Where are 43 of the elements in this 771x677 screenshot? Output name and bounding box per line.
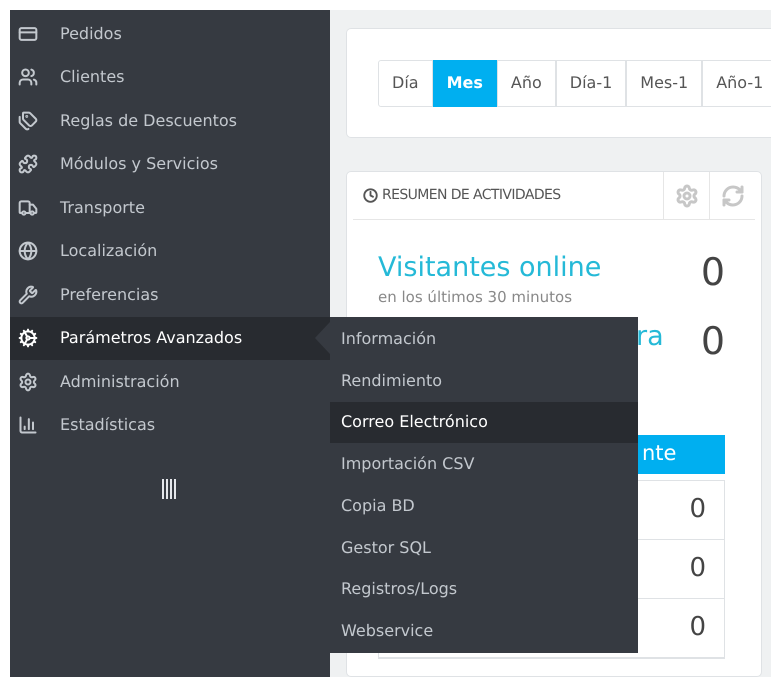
metric-value: 0 [700, 318, 725, 362]
submenu-item[interactable]: Webservice [330, 610, 638, 652]
refresh-icon[interactable] [720, 184, 744, 208]
sidebar-item[interactable]: Localización [10, 230, 330, 273]
metric-label: Visitantes online [378, 251, 602, 285]
period-button[interactable]: Mes-1 [626, 60, 702, 106]
row-value: 0 [689, 552, 706, 585]
sidebar-item[interactable]: Reglas de Descuentos [10, 99, 330, 142]
metric-sublabel: en los últimos 30 minutos [378, 287, 574, 308]
metric-value: 0 [700, 250, 725, 294]
wrench-icon [18, 284, 38, 305]
submenu-item[interactable]: Copia BD [330, 485, 638, 527]
sidebar-item[interactable]: Pedidos [10, 12, 330, 56]
clock-icon [363, 188, 378, 203]
sidebar-item[interactable]: Clientes [10, 56, 330, 99]
period-button[interactable]: Día-1 [556, 60, 626, 106]
period-button[interactable]: Año-1 [702, 60, 771, 106]
tags-icon [18, 110, 38, 131]
metric-label: ra [636, 320, 664, 354]
puzzle-icon [18, 154, 38, 174]
gear-icon [18, 372, 38, 392]
submenu-item[interactable]: Importación CSV [330, 443, 638, 485]
row-value: 0 [689, 493, 706, 526]
submenu-item[interactable]: Correo Electrónico [330, 402, 638, 444]
truck-icon [18, 198, 38, 218]
users-icon [18, 67, 38, 88]
bar-chart-icon [18, 415, 38, 436]
card-title: RESUMEN DE ACTIVIDADES [382, 186, 561, 205]
sidebar-item[interactable]: Parámetros Avanzados [10, 316, 330, 360]
submenu-item[interactable]: Registros/Logs [330, 568, 638, 610]
submenu-item[interactable]: Gestor SQL [330, 526, 638, 568]
sidebar-item[interactable]: Preferencias [10, 273, 330, 316]
period-button[interactable]: Día [378, 60, 433, 106]
sidebar-item[interactable]: Administración [10, 360, 330, 404]
settings-icon[interactable] [674, 184, 698, 208]
submenu-item[interactable]: Rendimiento [330, 360, 638, 402]
period-button[interactable]: Año [496, 60, 556, 106]
row-value: 0 [689, 611, 706, 644]
submenu-item[interactable]: Información [330, 318, 638, 360]
sidebar-item[interactable]: Módulos y Servicios [10, 142, 330, 186]
sidebar-item[interactable]: Transporte [10, 186, 330, 230]
sidebar-item[interactable]: Estadísticas [10, 404, 330, 447]
globe-icon [18, 241, 38, 262]
